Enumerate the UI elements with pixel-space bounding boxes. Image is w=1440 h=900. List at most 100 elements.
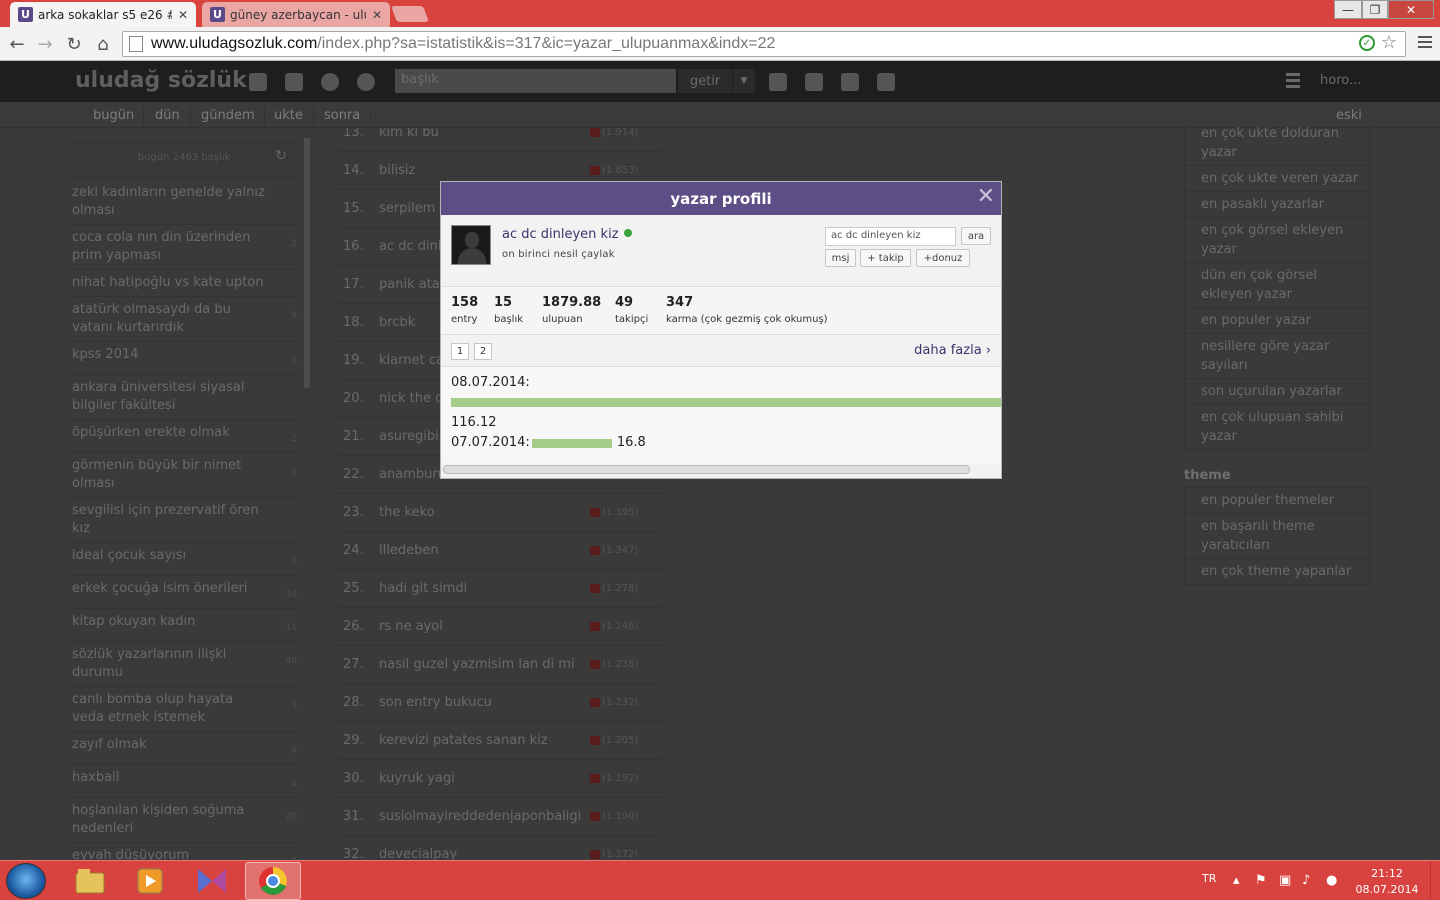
msj-button[interactable]: msj	[825, 249, 856, 267]
forward-arrow-icon[interactable]: →	[34, 33, 56, 55]
tab-guney-azerbaycan[interactable]: U güney azerbaycan - uluda ✕	[202, 2, 390, 27]
tab-close-icon[interactable]: ✕	[178, 8, 188, 22]
app-tray-icon[interactable]: ●	[1326, 873, 1337, 888]
more-link[interactable]: daha fazla ›	[914, 343, 991, 358]
table-row[interactable]: 27. nasil guzel yazmisim lan di mi (1.235)	[337, 646, 663, 684]
list-item[interactable]: kpss 2014 6	[71, 342, 297, 375]
list-item[interactable]: nihat hatipoğlu vs kate upton	[71, 270, 297, 297]
chevron-down-icon[interactable]: ▼	[733, 69, 755, 93]
maximize-icon[interactable]: ❐	[1362, 0, 1388, 19]
tray-expand-icon[interactable]: ▴	[1233, 873, 1240, 888]
tab-arka-sokaklar[interactable]: U arka sokaklar s5 e26 #2173 ✕	[10, 2, 196, 27]
list-item[interactable]: atatürk olmasaydı da bu vatanı kurtarırd…	[71, 297, 297, 342]
site-logo[interactable]: uludağ sözlük	[75, 68, 247, 93]
chrome-taskbar-button[interactable]	[245, 862, 301, 900]
home-icon[interactable]: ⌂	[92, 33, 114, 55]
nav-eski[interactable]: eski	[1336, 108, 1362, 123]
table-row[interactable]: 29. kerevizi patates sanan kiz (1.205)	[337, 722, 663, 760]
nav-sonra[interactable]: sonra	[324, 108, 360, 123]
stats-link[interactable]: en çok ulupuan sahibi yazar	[1185, 405, 1369, 450]
list-item[interactable]: kitap okuyan kadın 11	[71, 609, 297, 642]
avatar[interactable]	[451, 225, 491, 265]
tab-close-icon[interactable]: ✕	[372, 8, 382, 22]
theme-stats-link[interactable]: en çok theme yapanlar	[1185, 559, 1369, 585]
refresh-icon[interactable]: ↻	[275, 148, 287, 164]
table-row[interactable]: 13. kim ki bu (1.914)	[337, 128, 663, 152]
list-item[interactable]: coca cola nın din üzerinden prim yapması…	[71, 225, 297, 270]
user-menu[interactable]: horo...	[1320, 73, 1361, 88]
horizontal-scrollbar[interactable]	[443, 465, 970, 474]
bookmark-star-icon[interactable]: ☆	[1381, 34, 1397, 52]
security-check-icon[interactable]: ✓	[1358, 35, 1375, 51]
writer-name[interactable]: ac dc dinleyen kiz	[502, 227, 632, 242]
list-item[interactable]: hoşlanılan kişiden soğuma nedenleri 20	[71, 798, 297, 843]
url-text[interactable]: www.uludagsozluk.com/index.php?sa=istati…	[151, 35, 775, 53]
back-arrow-icon[interactable]: ←	[6, 33, 28, 55]
action-center-flag-icon[interactable]: ⚑	[1255, 873, 1267, 888]
list-item[interactable]: canlı bomba olup hayata veda etmek istem…	[71, 687, 297, 732]
stats-link[interactable]: en populer yazar	[1185, 308, 1369, 334]
nav-ukte[interactable]: ukte	[274, 108, 303, 123]
stats-link[interactable]: dün en çok görsel ekleyen yazar	[1185, 263, 1369, 308]
list-item[interactable]: zeki kadınların genelde yalnız olması	[71, 180, 297, 225]
table-row[interactable]: 30. kuyruk yagi (1.192)	[337, 760, 663, 798]
table-row[interactable]: 32. devecialpay (1.172)	[337, 836, 663, 860]
list-item[interactable]: haxball 4	[71, 765, 297, 798]
list-item[interactable]: eyvah düşüyorum 3	[71, 843, 297, 860]
globe-icon[interactable]	[321, 73, 339, 91]
takip-button[interactable]: + takip	[860, 249, 911, 267]
volume-icon[interactable]: ♪	[1302, 873, 1310, 888]
list-item[interactable]: zayıf olmak 4	[71, 732, 297, 765]
table-row[interactable]: 24. illedeben (1.347)	[337, 532, 663, 570]
list-item[interactable]: görmenin büyük bir nimet olması 5	[71, 453, 297, 498]
minimize-icon[interactable]: —	[1334, 0, 1362, 19]
messenger-taskbar-button[interactable]	[184, 862, 240, 900]
table-row[interactable]: 28. son entry bukucu (1.232)	[337, 684, 663, 722]
getir-button[interactable]: getir	[678, 69, 732, 93]
list-item[interactable]: ideal çocuk sayısı 8	[71, 543, 297, 576]
address-bar[interactable]: www.uludagsozluk.com/index.php?sa=istati…	[122, 31, 1406, 57]
list-item[interactable]: ankara üniversitesi siyasal bilgiler fak…	[71, 375, 297, 420]
close-icon[interactable]: ✕	[977, 186, 995, 208]
follow-icon[interactable]	[805, 73, 823, 91]
stats-link[interactable]: en çok ukte dolduran yazar	[1185, 124, 1369, 166]
show-desktop-button[interactable]	[1430, 861, 1440, 900]
explorer-taskbar-button[interactable]	[62, 862, 118, 900]
table-row[interactable]: 26. rs ne ayol (1.246)	[337, 608, 663, 646]
table-row[interactable]: 25. hadi git simdi (1.278)	[337, 570, 663, 608]
start-button[interactable]	[6, 863, 46, 899]
list-item[interactable]: erkek çocuğa isim önerileri 34	[71, 576, 297, 609]
page-2-button[interactable]: 2	[474, 343, 492, 360]
writer-search-input[interactable]: ac dc dinleyen kiz	[825, 227, 956, 246]
sidebar-scrollbar[interactable]	[304, 138, 310, 388]
hamburger-menu-icon[interactable]	[1286, 73, 1300, 91]
theme-stats-link[interactable]: en populer themeler	[1185, 488, 1369, 514]
language-indicator[interactable]: TR	[1202, 872, 1216, 885]
nav-gundem[interactable]: gündem	[201, 108, 255, 123]
system-clock[interactable]: 21:12 08.07.2014	[1352, 866, 1422, 898]
document-icon[interactable]	[877, 73, 895, 91]
list-item[interactable]: sözlük yazarlarının ilişki durumu 46	[71, 642, 297, 687]
page-1-button[interactable]: 1	[451, 343, 469, 360]
table-row[interactable]: 23. the keko (1.395)	[337, 494, 663, 532]
user-icon[interactable]	[249, 73, 267, 91]
stats-link[interactable]: son uçurulan yazarlar	[1185, 379, 1369, 405]
list-item[interactable]: öpüşürken erekte olmak 2	[71, 420, 297, 453]
table-row[interactable]: 31. susiolmayireddedenjaponbaligi (1.190)	[337, 798, 663, 836]
theme-stats-link[interactable]: en başarılı theme yaratıcıları	[1185, 514, 1369, 559]
stats-link[interactable]: en çok görsel ekleyen yazar	[1185, 218, 1369, 263]
heart-icon[interactable]	[769, 73, 787, 91]
stats-link[interactable]: en pasaklı yazarlar	[1185, 192, 1369, 218]
chrome-menu-icon[interactable]	[1418, 36, 1432, 50]
list-item[interactable]: sevgilisi için prezervatif ören kız	[71, 498, 297, 543]
media-player-taskbar-button[interactable]	[122, 862, 178, 900]
nav-dun[interactable]: dün	[155, 108, 180, 123]
stats-link[interactable]: en çok ukte veren yazar	[1185, 166, 1369, 192]
donuz-button[interactable]: +donuz	[916, 249, 970, 267]
window-close-icon[interactable]: ✕	[1388, 0, 1434, 19]
messages-icon[interactable]	[285, 73, 303, 91]
title-search-input[interactable]: başlık	[395, 69, 676, 93]
ara-button[interactable]: ara	[961, 227, 991, 245]
fire-icon[interactable]	[841, 73, 859, 91]
stats-link[interactable]: nesillere göre yazar sayıları	[1185, 334, 1369, 379]
